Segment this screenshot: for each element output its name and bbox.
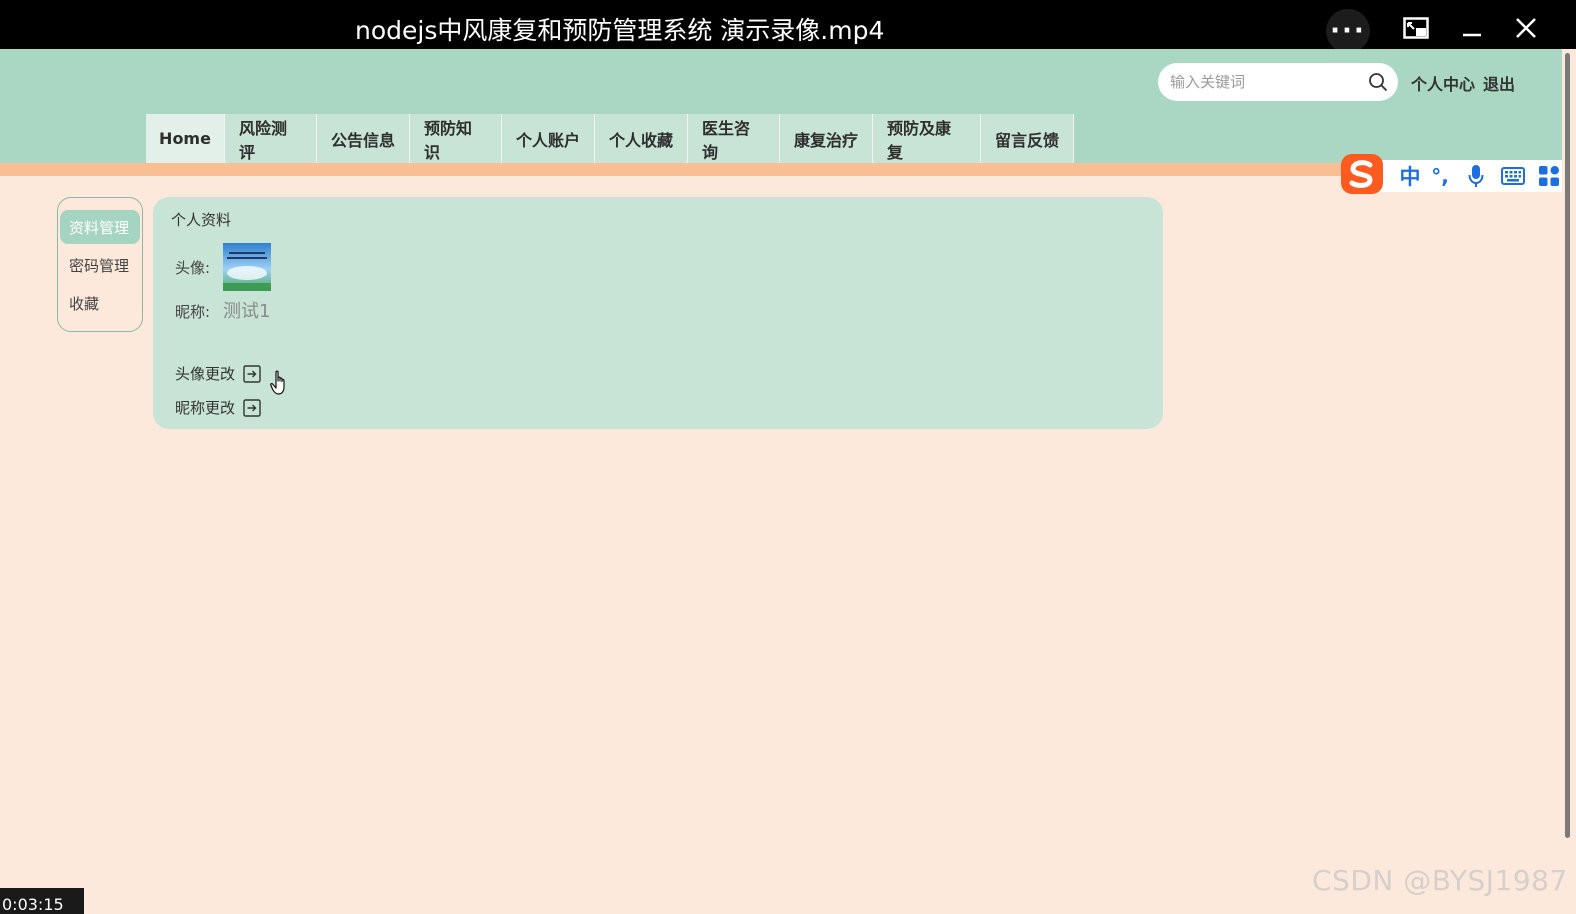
minimize-icon [1463,33,1481,37]
logout-link[interactable]: 退出 [1483,75,1515,94]
search-box [1158,63,1398,101]
page-scrollbar[interactable] [1562,49,1576,914]
scrollbar-thumb[interactable] [1565,53,1570,838]
nav-item-prevention-rehab[interactable]: 预防及康复 [873,114,981,163]
sogou-logo-icon[interactable] [1338,152,1386,196]
video-title: nodejs中风康复和预防管理系统 演示录像.mp4 [355,16,885,45]
keyboard-icon [1501,167,1525,185]
close-icon [1516,18,1536,38]
nav-item-personal-account[interactable]: 个人账户 [502,114,595,163]
ime-toolbar: 中 °, [1338,152,1568,196]
change-nickname-label: 昵称更改 [175,399,236,417]
avatar-image [223,243,271,291]
change-nickname-link[interactable]: 昵称更改 [175,397,261,418]
close-button[interactable] [1504,10,1548,46]
nav-item-personal-favorites[interactable]: 个人收藏 [595,114,688,163]
more-options-button[interactable]: ··· [1326,9,1370,53]
ime-language-toggle[interactable]: 中 [1395,160,1425,192]
ime-toolbox-button[interactable] [1536,160,1562,192]
side-item-password-management[interactable]: 密码管理 [60,248,140,282]
side-item-profile-management[interactable]: 资料管理 [60,210,140,244]
minimize-button[interactable] [1450,10,1494,46]
ime-voice-button[interactable] [1463,160,1489,192]
nav-item-doctor-consultation[interactable]: 医生咨询 [688,114,780,163]
nav-item-feedback[interactable]: 留言反馈 [981,114,1074,163]
ime-keyboard-button[interactable] [1500,160,1526,192]
ime-punctuation-toggle[interactable]: °, [1427,160,1453,192]
search-icon[interactable] [1368,72,1388,92]
avatar-label: 头像: [175,259,211,277]
side-item-favorites[interactable]: 收藏 [60,286,140,320]
change-avatar-label: 头像更改 [175,365,236,383]
user-center-link[interactable]: 个人中心 [1411,75,1475,94]
open-arrow-icon [243,364,261,383]
profile-card: 个人资料 头像: 昵称: 测试1 头像更改 昵称更改 [153,197,1163,429]
nickname-value: 测试1 [223,301,271,322]
profile-title: 个人资料 [171,211,232,229]
nav-item-rehab-treatment[interactable]: 康复治疗 [780,114,873,163]
nickname-label: 昵称: [175,303,211,321]
user-links: 个人中心 退出 [1411,71,1523,95]
more-icon: ··· [1326,9,1370,53]
nav-item-home[interactable]: Home [146,114,225,163]
picture-in-picture-icon [1403,17,1429,39]
search-input[interactable] [1170,63,1360,101]
player-title-bar: nodejs中风康复和预防管理系统 演示录像.mp4 ··· [0,0,1576,53]
toolbox-grid-icon [1539,166,1559,186]
account-side-menu: 资料管理 密码管理 收藏 [57,197,143,332]
main-nav: Home 风险测评 公告信息 预防知识 个人账户 个人收藏 医生咨询 康复治疗 … [146,114,1074,163]
nav-item-risk-assessment[interactable]: 风险测评 [225,114,317,163]
nav-item-prevention-knowledge[interactable]: 预防知识 [410,114,502,163]
nav-item-announcements[interactable]: 公告信息 [317,114,410,163]
csdn-watermark: CSDN @BYSJ1987 [1312,864,1568,897]
video-timestamp: 0:03:15 [0,888,84,914]
open-arrow-icon [243,398,261,417]
microphone-icon [1468,165,1484,187]
change-avatar-link[interactable]: 头像更改 [175,363,261,384]
hand-cursor-icon [270,370,285,395]
header-accent-stripe [0,163,1562,176]
picture-in-picture-button[interactable] [1394,10,1438,46]
